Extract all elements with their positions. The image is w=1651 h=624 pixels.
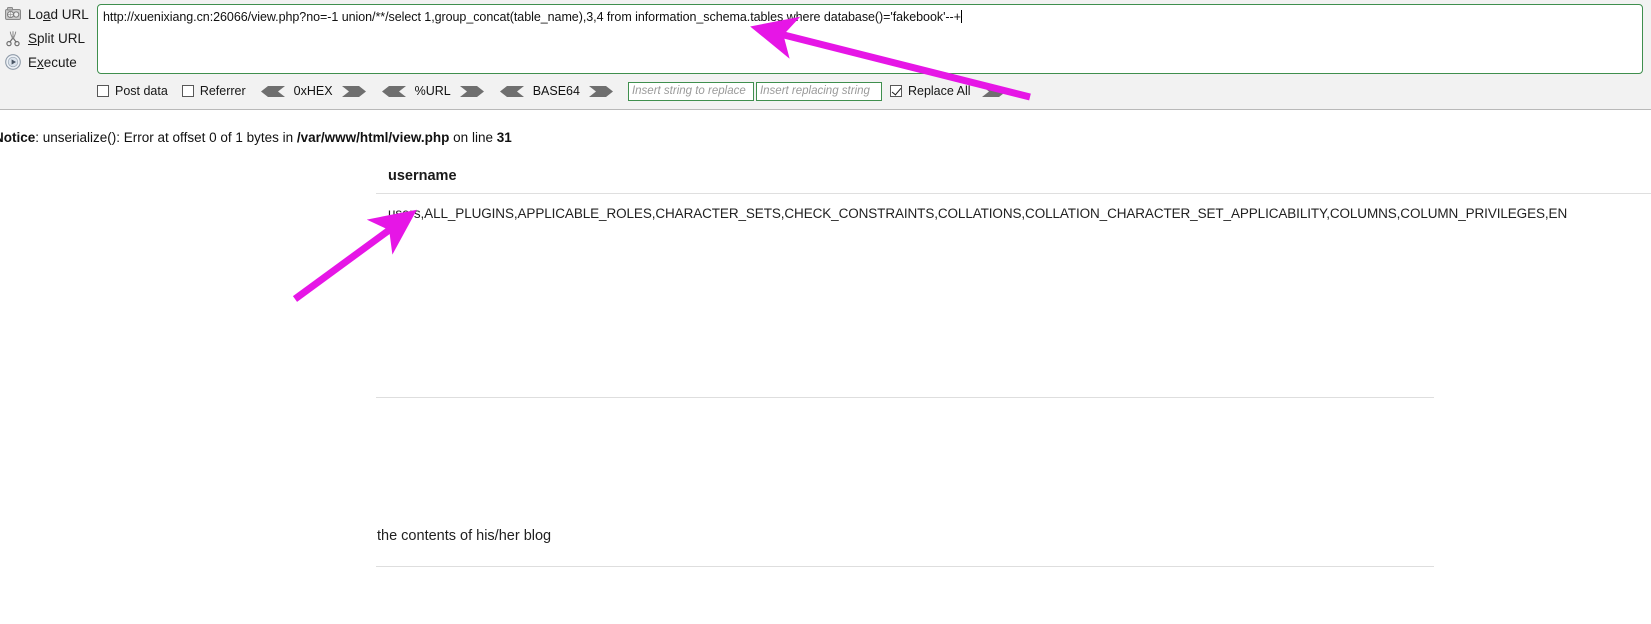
browser-page: Load URL Split URL Execute http://xuenix… [0, 0, 1651, 624]
notice-label: Notice [0, 130, 36, 145]
post-data-checkbox-box [97, 85, 109, 97]
split-url-button[interactable]: Split URL [0, 26, 92, 50]
hex-encode-chevron-right-icon[interactable] [341, 85, 367, 98]
replace-all-label: Replace All [907, 84, 971, 98]
url-encoder-group: %URL [381, 84, 485, 98]
table-column-header-username: username [376, 158, 1651, 194]
execute-label: Execute [28, 54, 77, 70]
base64-encoder-label: BASE64 [532, 84, 580, 98]
hackbar-command-column: Load URL Split URL Execute [0, 2, 92, 74]
divider-lower [376, 566, 1434, 567]
execute-button[interactable]: Execute [0, 50, 92, 74]
php-notice: Notice: unserialize(): Error at offset 0… [0, 130, 512, 145]
url-input-value: http://xuenixiang.cn:26066/view.php?no=-… [103, 10, 961, 24]
referrer-label: Referrer [199, 84, 246, 98]
split-url-label: Split URL [28, 30, 86, 46]
scissors-icon [2, 28, 24, 48]
base64-encode-chevron-right-icon[interactable] [588, 85, 614, 98]
blog-contents-text: the contents of his/her blog [377, 528, 552, 544]
text-caret [960, 10, 962, 23]
post-data-label: Post data [115, 84, 168, 98]
load-url-icon [2, 4, 24, 24]
url-encode-chevron-right-icon[interactable] [459, 85, 485, 98]
result-table: username users,ALL_PLUGINS,APPLICABLE_RO… [376, 158, 1651, 233]
hex-decode-chevron-left-icon[interactable] [260, 85, 286, 98]
notice-message: : unserialize(): Error at offset 0 of 1 … [35, 130, 297, 145]
base64-encoder-group: BASE64 [499, 84, 614, 98]
notice-file: /var/www/html/view.php [296, 130, 450, 145]
replace-apply-chevron-right-icon[interactable] [981, 85, 1007, 98]
execute-icon [2, 52, 24, 72]
hex-encoder-label: 0xHEX [293, 84, 333, 98]
hex-encoder-group: 0xHEX [260, 84, 367, 98]
url-decode-chevron-left-icon[interactable] [381, 85, 407, 98]
table-row: users,ALL_PLUGINS,APPLICABLE_ROLES,CHARA… [388, 206, 1568, 221]
divider-upper [376, 397, 1434, 398]
replace-all-checkbox[interactable]: Replace All [889, 84, 971, 98]
search-string-input[interactable] [627, 81, 754, 101]
referrer-checkbox-box [181, 85, 194, 97]
arrow-to-result-cell [292, 209, 417, 302]
notice-line-number: 31 [496, 130, 512, 145]
load-url-label: Load URL [28, 6, 89, 22]
hackbar-options-row: Post data Referrer 0xHEX %URL BASE64 Ins… [97, 80, 1007, 102]
base64-decode-chevron-left-icon[interactable] [499, 85, 525, 98]
url-input[interactable]: http://xuenixiang.cn:26066/view.php?no=-… [97, 4, 1643, 74]
load-url-button[interactable]: Load URL [0, 2, 92, 26]
url-encoder-label: %URL [414, 84, 451, 98]
post-data-checkbox[interactable]: Post data [97, 84, 168, 98]
hackbar-panel: Load URL Split URL Execute http://xuenix… [0, 0, 1651, 110]
replace-all-checkbox-box [889, 85, 902, 97]
referrer-checkbox[interactable]: Referrer [181, 84, 246, 98]
notice-online-text: on line [449, 130, 497, 145]
replace-string-input[interactable] [755, 81, 882, 101]
